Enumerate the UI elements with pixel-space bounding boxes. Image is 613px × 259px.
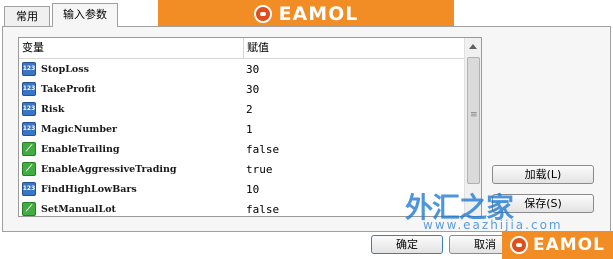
parameter-name: EnableTrailing bbox=[41, 143, 120, 155]
scroll-up-arrow-icon[interactable] bbox=[469, 44, 477, 49]
parameter-value[interactable]: true bbox=[243, 163, 273, 176]
variable-cell: 123 Risk bbox=[19, 102, 243, 116]
number-type-icon: 123 bbox=[22, 122, 36, 136]
table-row[interactable]: 123 MagicNumber 1 bbox=[19, 119, 481, 139]
eamol-watermark-logo-icon bbox=[510, 236, 528, 254]
tab-input-parameters[interactable]: 输入参数 bbox=[52, 3, 118, 27]
table-header: 变量 赋值 bbox=[19, 38, 481, 59]
parameter-name: EnableAggressiveTrading bbox=[41, 163, 177, 175]
parameter-value[interactable]: false bbox=[243, 203, 279, 216]
table-row[interactable]: ⟋ EnableTrailing false bbox=[19, 139, 481, 159]
parameter-name: StopLoss bbox=[41, 63, 89, 75]
parameter-name: SetManualLot bbox=[41, 203, 116, 215]
parameter-value[interactable]: 30 bbox=[243, 83, 259, 96]
table-row[interactable]: 123 TakeProfit 30 bbox=[19, 79, 481, 99]
number-type-icon: 123 bbox=[22, 62, 36, 76]
number-type-icon: 123 bbox=[22, 182, 36, 196]
table-row[interactable]: ⟋ EnableAggressiveTrading true bbox=[19, 159, 481, 179]
boolean-type-icon: ⟋ bbox=[22, 162, 36, 176]
variable-cell: 123 TakeProfit bbox=[19, 82, 243, 96]
table-row[interactable]: 123 Risk 2 bbox=[19, 99, 481, 119]
eamol-watermark: EAMOL bbox=[502, 231, 613, 259]
number-type-icon: 123 bbox=[22, 102, 36, 116]
tab-common[interactable]: 常用 bbox=[4, 6, 50, 26]
table-row[interactable]: 123 StopLoss 30 bbox=[19, 59, 481, 79]
column-header-value[interactable]: 赋值 bbox=[244, 38, 269, 58]
parameter-value[interactable]: 2 bbox=[243, 103, 253, 116]
eamol-banner-text: EAMOL bbox=[278, 2, 359, 25]
eamol-banner: EAMOL bbox=[158, 0, 454, 27]
scroll-thumb[interactable] bbox=[467, 57, 480, 184]
parameter-name: Risk bbox=[41, 103, 65, 115]
eamol-logo-icon bbox=[253, 4, 272, 23]
parameter-value[interactable]: 10 bbox=[243, 183, 259, 196]
column-header-variable[interactable]: 变量 bbox=[19, 38, 244, 58]
variable-cell: 123 FindHighLowBars bbox=[19, 182, 243, 196]
variable-cell: 123 StopLoss bbox=[19, 62, 243, 76]
variable-cell: ⟋ EnableTrailing bbox=[19, 142, 243, 156]
number-type-icon: 123 bbox=[22, 82, 36, 96]
parameter-name: TakeProfit bbox=[41, 83, 96, 95]
variable-cell: ⟋ SetManualLot bbox=[19, 202, 243, 216]
parameter-value[interactable]: 1 bbox=[243, 123, 253, 136]
parameter-value[interactable]: false bbox=[243, 143, 279, 156]
parameter-name: FindHighLowBars bbox=[41, 183, 137, 195]
watermark-url: www.eazhijia.com bbox=[423, 218, 563, 232]
parameter-value[interactable]: 30 bbox=[243, 63, 259, 76]
load-button[interactable]: 加载(L) bbox=[492, 165, 594, 184]
variable-cell: 123 MagicNumber bbox=[19, 122, 243, 136]
parameter-name: MagicNumber bbox=[41, 123, 118, 135]
ok-button[interactable]: 确定 bbox=[371, 235, 443, 254]
boolean-type-icon: ⟋ bbox=[22, 142, 36, 156]
variable-cell: ⟋ EnableAggressiveTrading bbox=[19, 162, 243, 176]
eamol-watermark-text: EAMOL bbox=[533, 235, 605, 255]
tab-bar: 常用 输入参数 EAMOL bbox=[0, 0, 613, 27]
boolean-type-icon: ⟋ bbox=[22, 202, 36, 216]
